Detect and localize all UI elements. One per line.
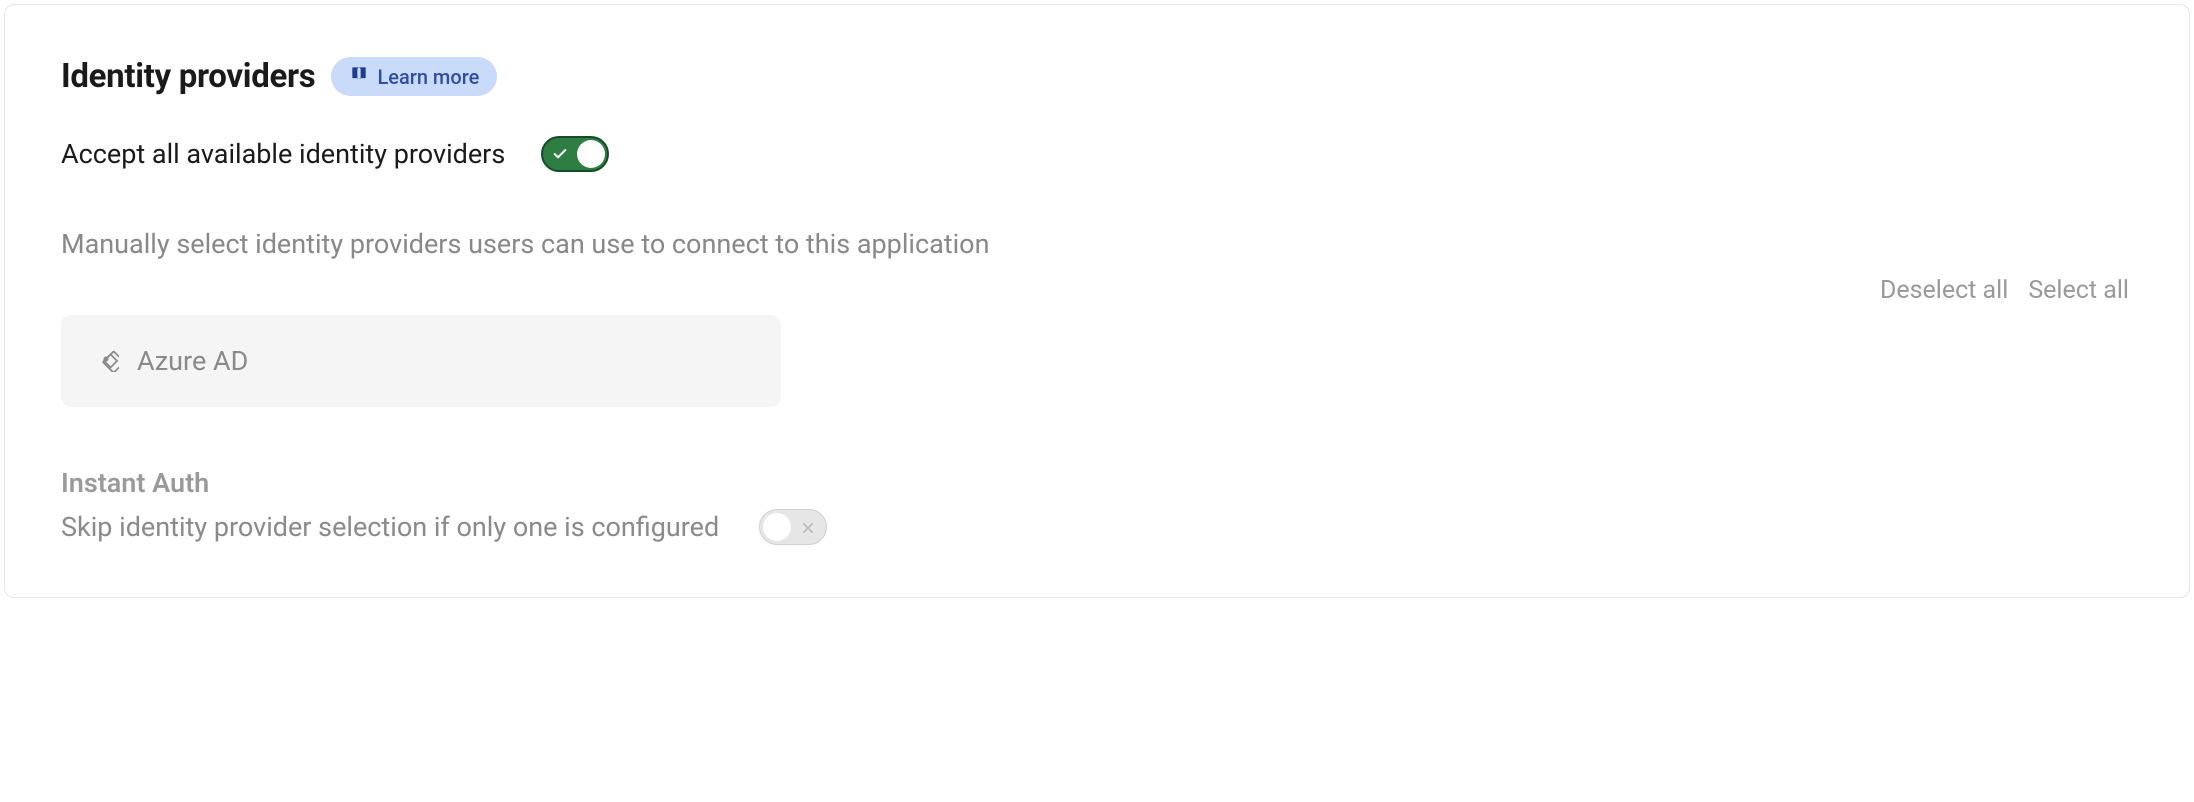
provider-name: Azure AD [137,345,248,377]
instant-auth-title: Instant Auth [61,467,2133,499]
x-icon [801,520,815,534]
learn-more-link[interactable]: Learn more [331,57,497,96]
identity-providers-card: Identity providers Learn more Accept all… [4,4,2190,598]
deselect-all-button[interactable]: Deselect all [1880,276,2008,305]
instant-auth-skip-label: Skip identity provider selection if only… [61,511,719,543]
instant-auth-toggle[interactable] [759,509,827,545]
check-icon [552,146,568,162]
list-actions: Deselect all Select all [61,276,2133,305]
provider-item[interactable]: Azure AD [61,315,781,407]
learn-more-label: Learn more [377,65,479,89]
toggle-knob [577,140,605,168]
accept-all-label: Accept all available identity providers [61,138,505,170]
select-all-button[interactable]: Select all [2028,276,2129,305]
azure-ad-icon [93,346,119,376]
manual-select-subtext: Manually select identity providers users… [61,228,2133,260]
book-icon [349,64,369,89]
accept-all-row: Accept all available identity providers [61,136,2133,172]
accept-all-toggle[interactable] [541,136,609,172]
instant-auth-row: Skip identity provider selection if only… [61,509,2133,545]
section-title: Identity providers [61,57,315,96]
toggle-knob [763,513,791,541]
section-header: Identity providers Learn more [61,57,2133,96]
